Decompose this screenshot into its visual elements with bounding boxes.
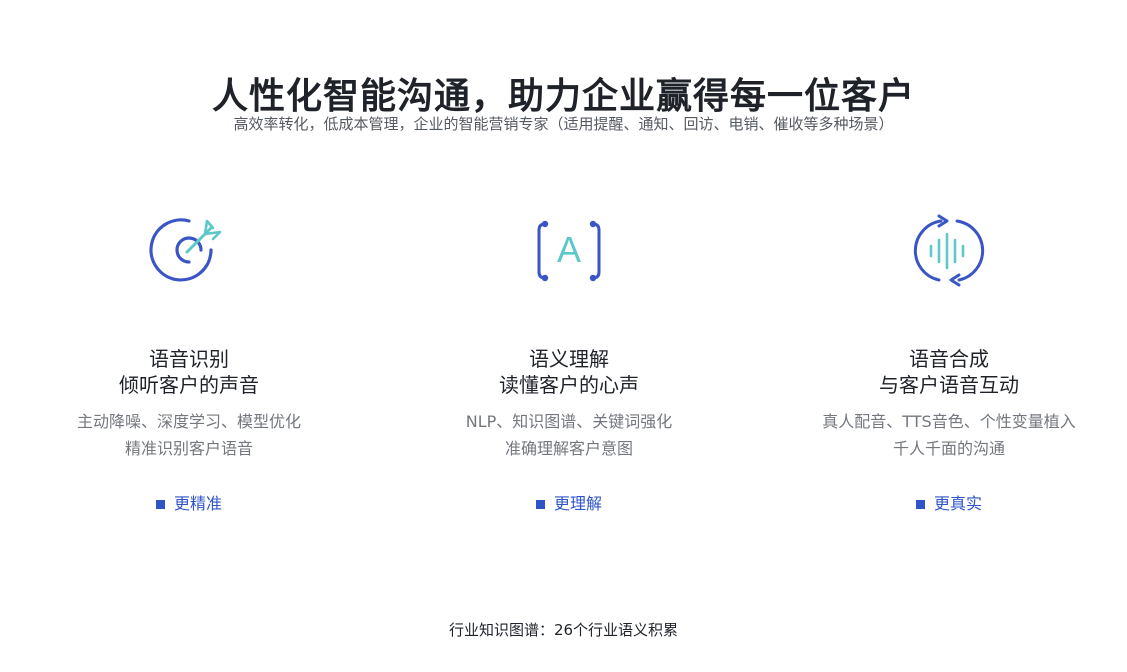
feature-title-line1: 语音识别 (149, 347, 229, 371)
feature-title-line2: 与客户语音互动 (879, 373, 1019, 397)
feature-desc-line1: NLP、知识图谱、关键词强化 (465, 412, 673, 431)
page-subtitle: 高效率转化，低成本管理，企业的智能营销专家（适用提醒、通知、回访、电销、催收等多… (233, 115, 894, 133)
letter-a-brackets-icon: A (537, 220, 601, 282)
feature-list: 语音识别 倾听客户的声音 主动降噪、深度学习、模型优化 精准识别客户语音 更精准… (0, 210, 1127, 530)
square-bullet-icon (535, 499, 545, 509)
feature-semantic-understanding: A 语义理解 读懂客户的心声 NLP、知识图谱、关键词强化 准确理解客户意图 更… (399, 210, 739, 516)
letter-a-glyph: A (557, 229, 581, 270)
feature-tag-label: 更精准 (173, 494, 222, 513)
feature-desc-line1: 真人配音、TTS音色、个性变量植入 (822, 412, 1076, 431)
square-bullet-icon (155, 499, 165, 509)
feature-title-line1: 语音合成 (909, 347, 989, 371)
square-bullet-icon (915, 499, 925, 509)
feature-speech-recognition: 语音识别 倾听客户的声音 主动降噪、深度学习、模型优化 精准识别客户语音 更精准 (19, 210, 359, 516)
feature-speech-synthesis: 语音合成 与客户语音互动 真人配音、TTS音色、个性变量植入 千人千面的沟通 更… (779, 210, 1119, 516)
feature-desc-line1: 主动降噪、深度学习、模型优化 (76, 412, 301, 431)
feature-tag-label: 更真实 (933, 494, 982, 513)
feature-title-line2: 倾听客户的声音 (119, 373, 259, 397)
footer-note: 行业知识图谱：26个行业语义积累 (448, 621, 679, 639)
feature-tag-link[interactable]: 更精准 (155, 492, 222, 516)
feature-desc-line2: 千人千面的沟通 (892, 439, 1005, 458)
target-arrow-icon (149, 218, 222, 282)
feature-tag-link[interactable]: 更理解 (535, 492, 602, 516)
voice-wave-sync-icon (913, 214, 985, 287)
feature-tag-link[interactable]: 更真实 (915, 492, 982, 516)
feature-desc-line2: 精准识别客户语音 (124, 439, 253, 458)
feature-tag-label: 更理解 (553, 494, 602, 513)
feature-title-line2: 读懂客户的心声 (499, 373, 639, 397)
feature-title-line1: 语义理解 (529, 347, 609, 371)
feature-desc-line2: 准确理解客户意图 (504, 439, 633, 458)
